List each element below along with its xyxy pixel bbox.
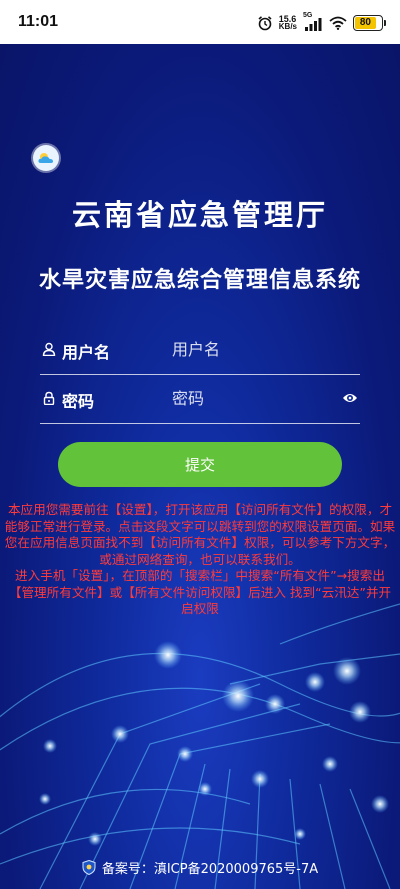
eye-icon[interactable]	[342, 391, 358, 405]
page-title: 云南省应急管理厅	[71, 198, 328, 232]
status-icons: 15.6 KB/s 5G 80	[257, 12, 386, 33]
icp-footer: 备案号：滇ICP备2020009765号-7A	[0, 858, 400, 877]
notice-paragraph-2[interactable]: 进入手机「设置」，在顶部的「搜索栏」中搜索“所有文件”→搜索出【管理所有文件】或…	[4, 568, 396, 618]
net-speed: 15.6 KB/s	[279, 15, 297, 31]
submit-button[interactable]: 提交	[58, 442, 342, 487]
username-input[interactable]	[172, 335, 332, 363]
status-time: 11:01	[18, 13, 59, 30]
net-speed-unit: KB/s	[278, 22, 297, 31]
app-logo	[33, 145, 59, 171]
notice-paragraph-1[interactable]: 本应用您需要前往【设置】，打开该应用【访问所有文件】的权限，才能够正常进行登录。…	[4, 502, 396, 568]
battery-level: 80	[355, 17, 376, 29]
wifi-icon	[329, 16, 347, 30]
password-input[interactable]	[172, 384, 332, 412]
password-field: 密码	[40, 374, 360, 424]
password-label: 密码	[62, 392, 95, 411]
network-type: 5G	[303, 12, 313, 19]
signal-indicator: 5G	[303, 12, 323, 31]
user-icon	[42, 342, 56, 356]
lock-icon	[43, 391, 55, 405]
status-bar: 11:01 15.6 KB/s 5G 80	[0, 0, 400, 44]
police-badge-icon	[82, 860, 96, 875]
battery-icon: 80	[353, 15, 386, 31]
username-label: 用户名	[62, 343, 111, 362]
alarm-icon	[258, 16, 272, 31]
page-subtitle: 水旱灾害应急综合管理信息系统	[38, 268, 361, 293]
username-field: 用户名	[40, 325, 360, 375]
permission-notice[interactable]: 本应用您需要前往【设置】，打开该应用【访问所有文件】的权限，才能够正常进行登录。…	[4, 502, 396, 618]
signal-icon	[305, 18, 322, 31]
icp-number: 备案号：滇ICP备2020009765号-7A	[101, 862, 319, 877]
cloud-icon	[38, 153, 53, 163]
